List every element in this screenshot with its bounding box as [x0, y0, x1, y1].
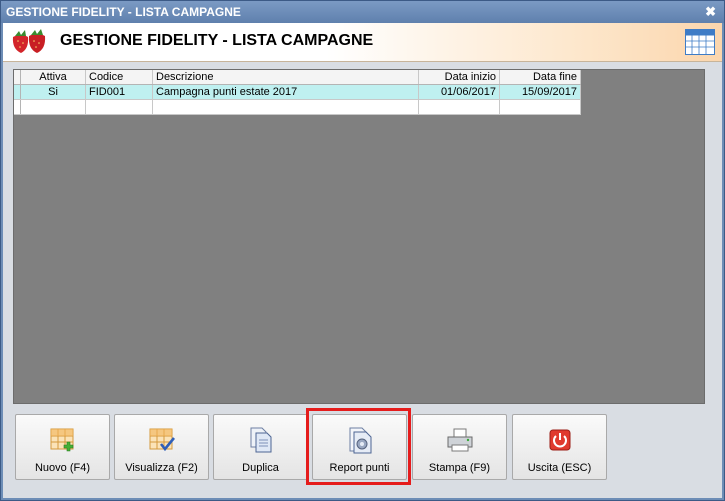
grid-check-icon [149, 428, 176, 452]
calendar-icon[interactable] [685, 29, 715, 55]
page-header: GESTIONE FIDELITY - LISTA CAMPAGNE [3, 23, 722, 62]
table-header-row: Attiva Codice Descrizione Data inizio Da… [14, 70, 581, 85]
printer-icon [447, 428, 473, 452]
campaign-table: Attiva Codice Descrizione Data inizio Da… [14, 70, 581, 115]
report-punti-highlight-box [306, 408, 411, 485]
column-header-attiva[interactable]: Attiva [20, 70, 86, 85]
duplica-label: Duplica [242, 462, 279, 474]
empty-cell[interactable] [499, 99, 581, 115]
table-row[interactable]: Si FID001 Campagna punti estate 2017 01/… [14, 84, 581, 100]
column-header-data-fine[interactable]: Data fine [499, 70, 581, 85]
stampa-label: Stampa (F9) [428, 462, 491, 474]
power-icon [549, 429, 571, 451]
empty-cell[interactable] [85, 99, 153, 115]
copy-documents-icon [250, 427, 272, 453]
column-header-codice[interactable]: Codice [85, 70, 153, 85]
empty-cell[interactable] [152, 99, 419, 115]
column-header-data-inizio[interactable]: Data inizio [418, 70, 500, 85]
nuovo-label: Nuovo (F4) [34, 462, 91, 474]
campaign-grid[interactable]: Attiva Codice Descrizione Data inizio Da… [13, 69, 705, 404]
page-title: GESTIONE FIDELITY - LISTA CAMPAGNE [60, 32, 374, 49]
stampa-button[interactable]: Stampa (F9) [412, 414, 507, 480]
visualizza-button[interactable]: Visualizza (F2) [114, 414, 209, 480]
cell-attiva: Si [20, 84, 86, 100]
visualizza-label: Visualizza (F2) [125, 462, 198, 474]
cell-codice: FID001 [85, 84, 153, 100]
cell-data-fine: 15/09/2017 [499, 84, 581, 100]
column-header-descrizione[interactable]: Descrizione [152, 70, 419, 85]
close-icon[interactable]: ✖ [705, 1, 716, 23]
cell-descrizione: Campagna punti estate 2017 [152, 84, 419, 100]
strawberries-icon [12, 29, 46, 53]
uscita-label: Uscita (ESC) [527, 462, 592, 474]
empty-cell[interactable] [418, 99, 500, 115]
empty-cell[interactable] [20, 99, 86, 115]
grid-add-icon [50, 428, 74, 452]
new-row[interactable] [14, 99, 581, 115]
window-title: GESTIONE FIDELITY - LISTA CAMPAGNE [6, 5, 241, 19]
duplica-button[interactable]: Duplica [213, 414, 308, 480]
nuovo-button[interactable]: Nuovo (F4) [15, 414, 110, 480]
cell-data-inizio: 01/06/2017 [418, 84, 500, 100]
title-bar: GESTIONE FIDELITY - LISTA CAMPAGNE ✖ [1, 1, 724, 23]
uscita-button[interactable]: Uscita (ESC) [512, 414, 607, 480]
